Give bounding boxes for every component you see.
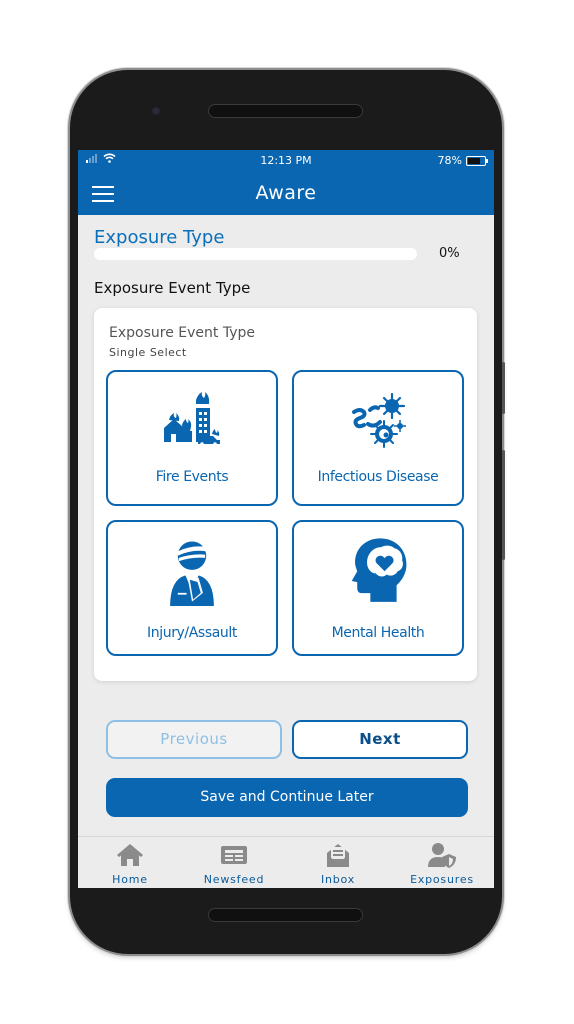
option-mental-health[interactable]: Mental Health: [292, 520, 464, 656]
top-speaker: [208, 104, 363, 118]
next-button[interactable]: Next: [292, 720, 468, 759]
option-infectious-disease[interactable]: Infectious Disease: [292, 370, 464, 506]
tab-exposures[interactable]: Exposures: [390, 837, 494, 888]
home-icon: [117, 844, 143, 866]
option-label: Infectious Disease: [317, 469, 439, 485]
user-shield-icon: [428, 843, 456, 868]
battery-icon: [466, 155, 488, 166]
power-button: [502, 362, 505, 414]
previous-button[interactable]: Previous: [106, 720, 282, 759]
status-time: 12:13 PM: [260, 154, 312, 167]
bottom-tab-bar: Home Newsfeed Inbox Exposures: [78, 836, 494, 888]
newspaper-icon: [221, 846, 247, 864]
section-title: Exposure Type: [94, 227, 225, 248]
card-title: Exposure Event Type: [109, 325, 255, 341]
tab-label: Inbox: [320, 873, 356, 886]
fire-buildings-icon: [164, 392, 220, 446]
save-continue-later-button[interactable]: Save and Continue Later: [106, 778, 468, 817]
tab-label: Home: [112, 873, 148, 886]
status-bar: 12:13 PM 78%: [78, 150, 494, 172]
head-heart-icon: [351, 538, 407, 602]
inbox-icon: [327, 844, 349, 867]
bottom-speaker: [208, 908, 363, 922]
battery-percent: 78%: [437, 154, 462, 167]
question-card: Exposure Event Type Single Select Fire E…: [94, 308, 477, 681]
app-bar: Aware: [78, 172, 494, 215]
germs-icon: [352, 392, 406, 448]
volume-button: [502, 450, 505, 560]
progress-bar: [94, 248, 417, 260]
tab-newsfeed[interactable]: Newsfeed: [182, 837, 286, 888]
tab-label: Newsfeed: [203, 873, 265, 886]
option-fire-events[interactable]: Fire Events: [106, 370, 278, 506]
question-title: Exposure Event Type: [94, 279, 251, 297]
select-mode-label: Single Select: [109, 346, 187, 359]
front-camera: [151, 106, 161, 116]
tab-home[interactable]: Home: [78, 837, 182, 888]
tab-label: Exposures: [410, 873, 474, 886]
app-screen: 12:13 PM 78% Aware Exposure Type 0% Expo…: [78, 150, 494, 888]
injured-person-icon: [170, 541, 214, 606]
option-injury-assault[interactable]: Injury/Assault: [106, 520, 278, 656]
progress-label: 0%: [439, 246, 460, 261]
app-title: Aware: [255, 182, 317, 204]
option-label: Injury/Assault: [147, 625, 237, 641]
tab-inbox[interactable]: Inbox: [286, 837, 390, 888]
option-label: Mental Health: [331, 625, 425, 641]
option-label: Fire Events: [155, 469, 229, 485]
